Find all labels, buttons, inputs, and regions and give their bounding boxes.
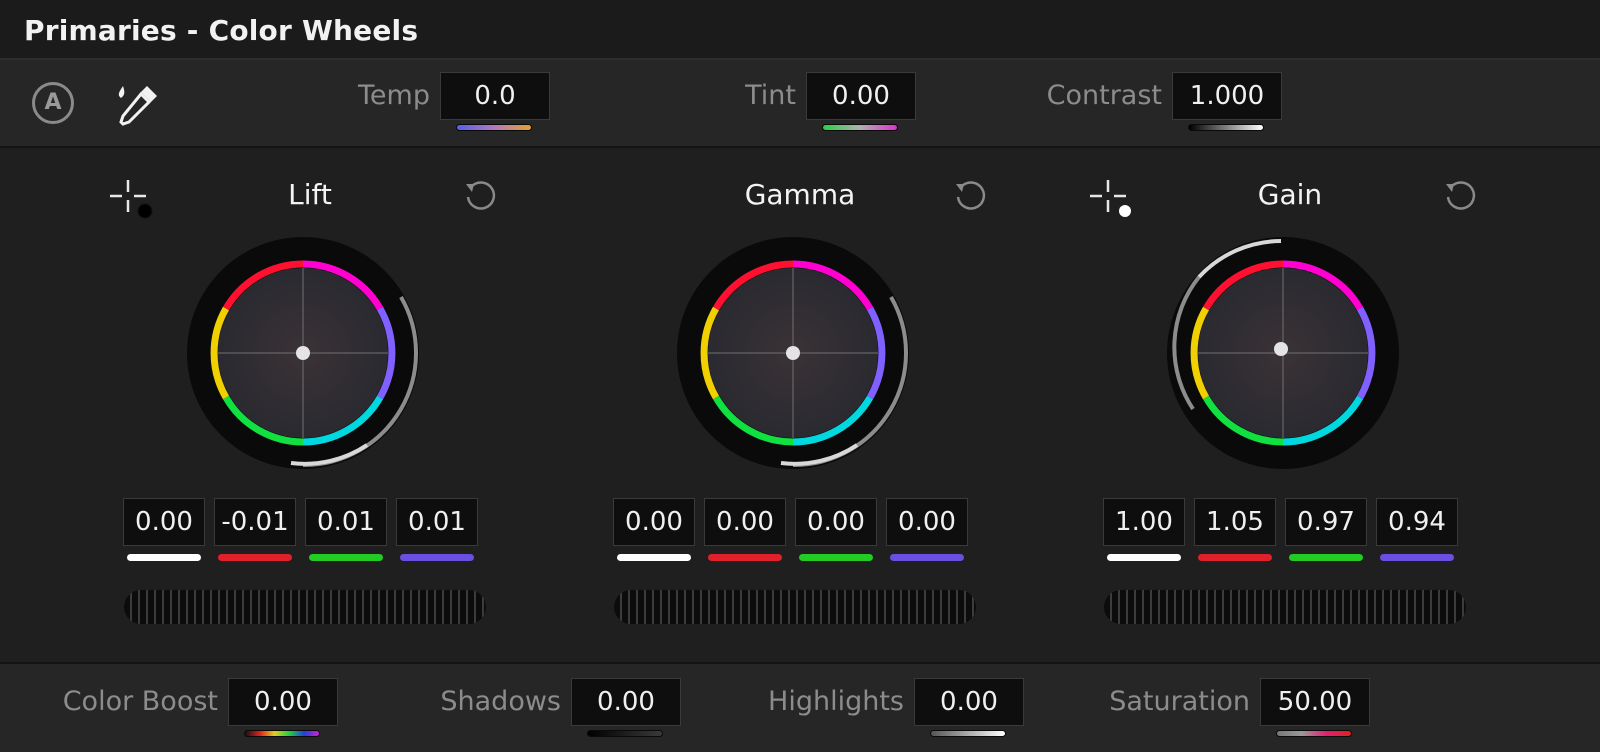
highlights-gradient (930, 730, 1006, 737)
temp-label: Temp (358, 80, 430, 111)
gamma-master-field[interactable]: 0.00 (613, 498, 695, 546)
gain-master-field[interactable]: 1.00 (1103, 498, 1185, 546)
shadows-label: Shadows (440, 686, 561, 717)
tint-field[interactable]: 0.00 (806, 72, 916, 120)
contrast-label: Contrast (1046, 80, 1162, 111)
gain-panel: Gain 1.00 1.05 0.97 0.94 (1040, 148, 1540, 662)
lift-master-field[interactable]: 0.00 (123, 498, 205, 546)
gamma-red-field[interactable]: 0.00 (704, 498, 786, 546)
panel-header: Primaries - Color Wheels (0, 0, 1600, 60)
bottom-toolbar: Color Boost 0.00 Shadows 0.00 Highlights… (0, 662, 1600, 752)
lift-red-field[interactable]: -0.01 (214, 498, 296, 546)
gamma-green-bar (799, 554, 873, 561)
gamma-master-jog-wheel[interactable] (614, 590, 976, 624)
gamma-panel: Gamma 0.00 0.00 0.00 0.00 (550, 148, 1050, 662)
temp-field[interactable]: 0.0 (440, 72, 550, 120)
saturation-label: Saturation (1109, 686, 1250, 717)
lift-values: 0.00 -0.01 0.01 0.01 (60, 498, 560, 561)
gamma-green-field[interactable]: 0.00 (795, 498, 877, 546)
temp-gradient (456, 124, 532, 131)
lift-panel: Lift 0.00 -0.01 0.01 0.01 (60, 148, 560, 662)
color-boost-gradient (244, 730, 320, 737)
top-toolbar: A Temp 0.0 Tint 0.00 Contrast 1.000 (0, 60, 1600, 148)
lift-reset-icon[interactable] (462, 178, 500, 216)
lift-master-jog-wheel[interactable] (124, 590, 486, 624)
gain-blue-field[interactable]: 0.94 (1376, 498, 1458, 546)
color-boost-field[interactable]: 0.00 (228, 678, 338, 726)
contrast-field[interactable]: 1.000 (1172, 72, 1282, 120)
gamma-wheel[interactable] (673, 233, 913, 473)
gamma-red-bar (708, 554, 782, 561)
gain-red-field[interactable]: 1.05 (1194, 498, 1276, 546)
highlights-label: Highlights (768, 686, 904, 717)
gain-master-bar (1107, 554, 1181, 561)
gain-reset-icon[interactable] (1442, 178, 1480, 216)
contrast-gradient (1188, 124, 1264, 131)
lift-green-field[interactable]: 0.01 (305, 498, 387, 546)
lift-red-bar (218, 554, 292, 561)
color-wheels-area: Lift 0.00 -0.01 0.01 0.01 Gamma 0.00 0.0… (0, 148, 1600, 662)
gamma-values: 0.00 0.00 0.00 0.00 (550, 498, 1050, 561)
lift-blue-bar (400, 554, 474, 561)
shadows-field[interactable]: 0.00 (571, 678, 681, 726)
tint-label: Tint (745, 80, 796, 111)
lift-wheel[interactable] (183, 233, 423, 473)
gamma-blue-field[interactable]: 0.00 (886, 498, 968, 546)
panel-title: Primaries - Color Wheels (24, 14, 419, 47)
gain-master-jog-wheel[interactable] (1104, 590, 1466, 624)
gain-green-bar (1289, 554, 1363, 561)
highlights-field[interactable]: 0.00 (914, 678, 1024, 726)
gamma-master-bar (617, 554, 691, 561)
auto-balance-icon[interactable]: A (32, 82, 74, 124)
tint-gradient (822, 124, 898, 131)
gain-green-field[interactable]: 0.97 (1285, 498, 1367, 546)
gamma-reset-icon[interactable] (952, 178, 990, 216)
saturation-gradient (1276, 730, 1352, 737)
gain-blue-bar (1380, 554, 1454, 561)
shadows-gradient (587, 730, 663, 737)
color-boost-label: Color Boost (62, 686, 218, 717)
gain-wheel[interactable] (1163, 233, 1403, 473)
lift-green-bar (309, 554, 383, 561)
gain-values: 1.00 1.05 0.97 0.94 (1040, 498, 1540, 561)
lift-master-bar (127, 554, 201, 561)
eyedropper-icon[interactable] (115, 82, 161, 128)
saturation-field[interactable]: 50.00 (1260, 678, 1370, 726)
lift-blue-field[interactable]: 0.01 (396, 498, 478, 546)
gain-red-bar (1198, 554, 1272, 561)
gamma-blue-bar (890, 554, 964, 561)
